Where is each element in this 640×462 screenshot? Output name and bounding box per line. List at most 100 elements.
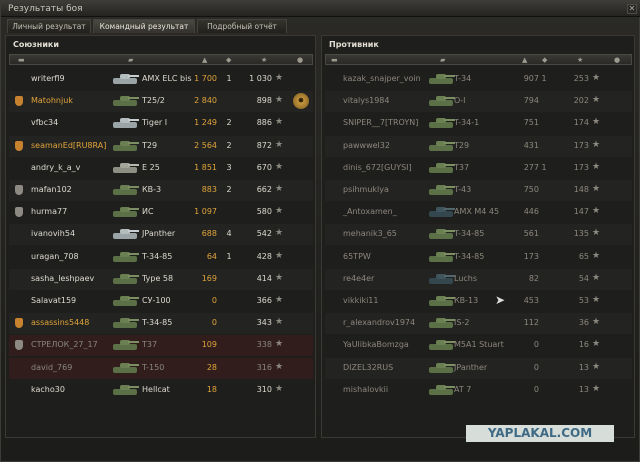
table-row[interactable]: mafan102 КВ-3 883 2 662 ★ bbox=[9, 180, 313, 201]
tab-team-result[interactable]: Командный результат bbox=[93, 19, 195, 33]
table-row[interactable]: mishalovkii AT 7 0 13 ★ bbox=[325, 380, 632, 401]
table-row[interactable]: YaUlibkaBomzga M5A1 Stuart 0 16 ★ bbox=[325, 335, 632, 356]
player-name[interactable]: kazak_snajper_voin bbox=[343, 74, 421, 83]
vehicle-column-icon[interactable]: ▰ bbox=[128, 56, 133, 64]
damage-value: 1 249 bbox=[194, 118, 217, 128]
star-icon: ★ bbox=[592, 317, 601, 328]
xp-column-icon[interactable]: ★ bbox=[577, 56, 583, 64]
table-row[interactable]: ivanovih54 JPanther 688 4 542 ★ bbox=[9, 224, 313, 245]
table-row[interactable]: DIZEL32RUS JPanther 0 13 ★ bbox=[325, 358, 632, 379]
player-name[interactable]: _Antoxamen_ bbox=[343, 207, 397, 216]
kills-value: 2 bbox=[226, 185, 232, 194]
damage-value: 688 bbox=[201, 229, 217, 239]
damage-value: 169 bbox=[201, 273, 217, 283]
player-name[interactable]: vikkiki11 bbox=[343, 296, 378, 305]
player-name[interactable]: kacho30 bbox=[31, 385, 65, 394]
player-name[interactable]: Matohnjuk bbox=[31, 96, 73, 105]
medals-column-icon[interactable]: ● bbox=[614, 56, 620, 64]
medal-icon[interactable]: ✸ bbox=[293, 93, 309, 110]
player-name[interactable]: vfbc34 bbox=[31, 118, 58, 127]
star-icon: ★ bbox=[592, 361, 601, 372]
table-row[interactable]: kazak_snajper_voin T-34 907 1 253 ★ bbox=[325, 69, 632, 90]
table-row[interactable]: assassins5448 T-34-85 0 343 ★ bbox=[9, 313, 313, 334]
damage-column-icon[interactable]: ▲ bbox=[522, 56, 527, 64]
table-row[interactable]: hurma77 ИС 1 097 580 ★ bbox=[9, 202, 313, 223]
player-name[interactable]: uragan_708 bbox=[31, 252, 79, 261]
star-icon: ★ bbox=[592, 206, 601, 217]
tank-hull bbox=[429, 344, 453, 351]
table-row[interactable]: Matohnjuk T25/2 2 840 898 ★ ✸ bbox=[9, 91, 313, 112]
player-name[interactable]: psihmuklya bbox=[343, 185, 389, 194]
damage-value: 751 bbox=[523, 118, 539, 128]
vehicle-name: T-150 bbox=[142, 362, 165, 372]
tank-icon bbox=[427, 382, 455, 398]
tank-icon bbox=[111, 360, 139, 376]
player-name[interactable]: СТРЕЛОК_27_17 bbox=[31, 340, 98, 349]
xp-value: 135 bbox=[573, 229, 589, 239]
squad-column-icon[interactable]: ▬ bbox=[18, 56, 25, 64]
table-row[interactable]: uragan_708 T-34-85 64 1 428 ★ bbox=[9, 247, 313, 268]
table-row[interactable]: SNIPER__7[TROYN] T-34-1 751 174 ★ bbox=[325, 113, 632, 134]
player-name[interactable]: ivanovih54 bbox=[31, 229, 75, 238]
tab-detailed-report[interactable]: Подробный отчёт bbox=[197, 19, 287, 33]
vehicle-name: AMX M4 45 bbox=[454, 207, 500, 217]
player-name[interactable]: andry_k_a_v bbox=[31, 163, 80, 172]
table-row[interactable]: r_alexandrov1974 IS-2 112 36 ★ bbox=[325, 313, 632, 334]
table-row[interactable]: vitalys1984 О-I 794 202 ★ bbox=[325, 91, 632, 112]
table-row[interactable]: david_769 T-150 28 316 ★ bbox=[9, 357, 313, 379]
xp-value: 253 bbox=[573, 74, 589, 83]
player-name[interactable]: sasha_leshpaev bbox=[31, 274, 94, 283]
player-name[interactable]: DIZEL32RUS bbox=[343, 363, 393, 372]
player-name[interactable]: re4e4er bbox=[343, 274, 374, 283]
table-row[interactable]: _Antoxamen_ AMX M4 45 446 147 ★ bbox=[325, 202, 632, 223]
kills-column-icon[interactable]: ◆ bbox=[542, 56, 547, 64]
table-row[interactable]: sasha_leshpaev Type 58 169 414 ★ bbox=[9, 269, 313, 290]
table-row[interactable]: vikkiki11 КВ-13 453 53 ★ bbox=[325, 291, 632, 312]
damage-value: 446 bbox=[523, 207, 539, 217]
table-row[interactable]: 65TPW T-34-85 173 65 ★ bbox=[325, 247, 632, 268]
player-name[interactable]: seamanEd[RU8RA] bbox=[31, 141, 106, 150]
table-row[interactable]: andry_k_a_v E 25 1 851 3 670 ★ bbox=[9, 158, 313, 179]
battle-results-window: Результаты боя ✕ Личный результат Команд… bbox=[0, 0, 640, 462]
table-row[interactable]: kacho30 Hellcat 18 310 ★ bbox=[9, 380, 313, 401]
table-row[interactable]: re4e4er Luchs 82 54 ★ bbox=[325, 269, 632, 290]
table-row[interactable]: vfbc34 Tiger I 1 249 2 886 ★ bbox=[9, 113, 313, 134]
player-name[interactable]: Salavat159 bbox=[31, 296, 76, 305]
medals-column-icon[interactable]: ● bbox=[297, 56, 303, 64]
table-row[interactable]: psihmuklya T-43 750 148 ★ bbox=[325, 180, 632, 201]
player-name[interactable]: hurma77 bbox=[31, 207, 67, 216]
kills-column-icon[interactable]: ◆ bbox=[226, 56, 231, 64]
table-row[interactable]: mehanik3_65 T-34-85 561 135 ★ bbox=[325, 224, 632, 245]
damage-column-icon[interactable]: ▲ bbox=[202, 56, 207, 64]
tank-gun bbox=[128, 252, 139, 255]
xp-value: 428 bbox=[256, 251, 272, 261]
player-name[interactable]: writerfl9 bbox=[31, 74, 65, 83]
player-name[interactable]: mafan102 bbox=[31, 185, 72, 194]
player-name[interactable]: YaUlibkaBomzga bbox=[343, 340, 409, 349]
player-name[interactable]: SNIPER__7[TROYN] bbox=[343, 118, 418, 127]
table-row[interactable]: pawwwel32 T29 431 173 ★ bbox=[325, 136, 632, 157]
table-row[interactable]: СТРЕЛОК_27_17 T37 109 338 ★ bbox=[9, 335, 313, 357]
tab-personal-result[interactable]: Личный результат bbox=[7, 19, 91, 33]
tank-icon bbox=[111, 315, 139, 331]
player-name[interactable]: david_769 bbox=[31, 363, 72, 372]
player-name[interactable]: mehanik3_65 bbox=[343, 229, 397, 238]
star-icon: ★ bbox=[275, 339, 284, 350]
player-name[interactable]: assassins5448 bbox=[31, 318, 89, 327]
vehicle-column-icon[interactable]: ▰ bbox=[440, 56, 445, 64]
kills-value: 3 bbox=[226, 162, 232, 172]
squad-column-icon[interactable]: ▬ bbox=[331, 56, 338, 64]
table-row[interactable]: writerfl9 AMX ELC bis 1 700 1 1 030 ★ bbox=[9, 69, 313, 90]
close-button[interactable]: ✕ bbox=[627, 4, 637, 14]
tank-gun bbox=[128, 119, 139, 122]
xp-column-icon[interactable]: ★ bbox=[261, 56, 267, 64]
player-name[interactable]: dinis_672[GUYSI] bbox=[343, 163, 412, 172]
table-row[interactable]: seamanEd[RU8RA] T29 2 564 2 872 ★ bbox=[9, 136, 313, 157]
player-name[interactable]: r_alexandrov1974 bbox=[343, 318, 415, 327]
player-name[interactable]: pawwwel32 bbox=[343, 141, 390, 150]
player-name[interactable]: 65TPW bbox=[343, 252, 371, 261]
player-name[interactable]: mishalovkii bbox=[343, 385, 388, 394]
player-name[interactable]: vitalys1984 bbox=[343, 96, 389, 105]
table-row[interactable]: dinis_672[GUYSI] T37 277 1 173 ★ bbox=[325, 158, 632, 179]
table-row[interactable]: Salavat159 СУ-100 0 366 ★ bbox=[9, 291, 313, 312]
